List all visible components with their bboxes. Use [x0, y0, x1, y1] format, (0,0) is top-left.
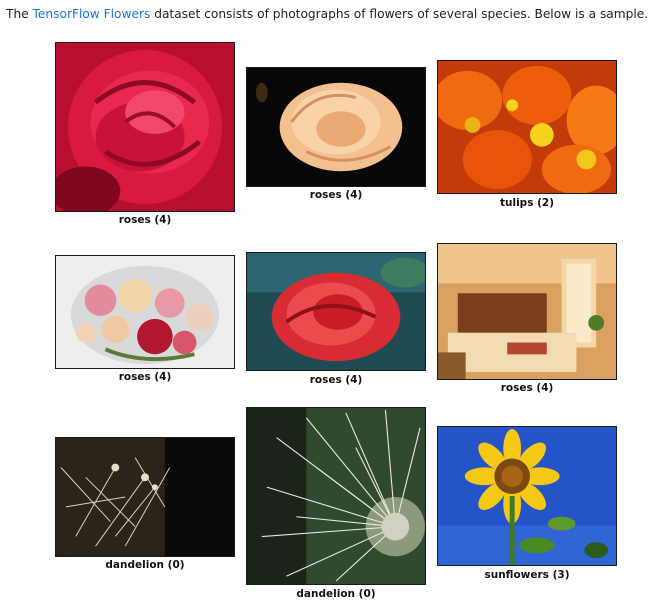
sample-caption: sunflowers (3) — [484, 569, 570, 581]
sample-caption: roses (4) — [309, 374, 363, 386]
sample-image-peach-rose — [246, 67, 426, 187]
sample-caption: dandelion (0) — [296, 588, 376, 600]
sample-caption: roses (4) — [500, 382, 554, 394]
sample-grid: roses (4) roses (4) tulips (2) roses (4)… — [0, 0, 655, 610]
sample-caption: roses (4) — [118, 214, 172, 226]
sample-image-dandelion-head — [246, 407, 426, 585]
sample-caption: roses (4) — [309, 189, 363, 201]
sample-caption: roses (4) — [118, 371, 172, 383]
sample-image-tulips — [437, 60, 617, 194]
sample-image-red-rose-teal — [246, 252, 426, 371]
sample-image-dandelion-dark — [55, 437, 235, 557]
sample-image-sunflower — [437, 426, 617, 566]
sample-caption: dandelion (0) — [105, 559, 185, 571]
sample-image-rose-bouquet — [55, 255, 235, 369]
sample-image-bedroom — [437, 243, 617, 380]
sample-caption: tulips (2) — [499, 197, 555, 209]
sample-image-red-rose — [55, 42, 235, 212]
